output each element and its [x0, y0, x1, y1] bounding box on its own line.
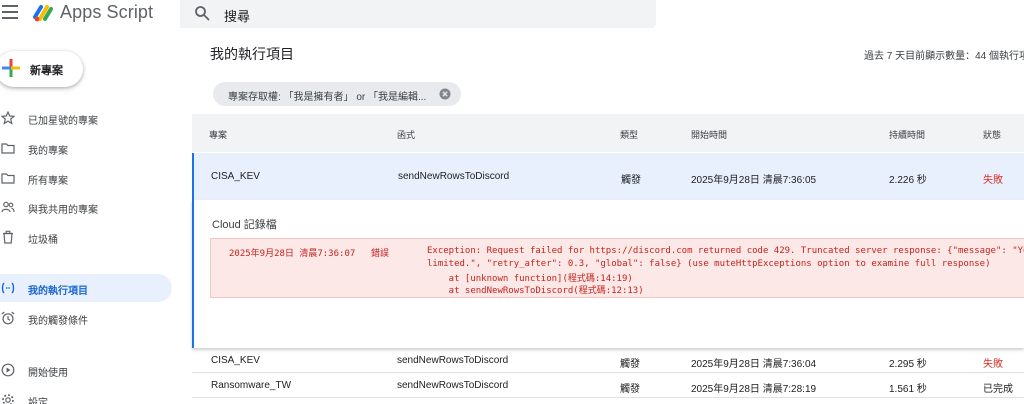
table-row[interactable]: CISA_KEV sendNewRowsToDiscord 觸發 2025年9月… — [192, 349, 1024, 373]
sidebar-item-settings[interactable]: 設定 — [0, 386, 172, 404]
sidebar-item-label: 垃圾桶 — [28, 235, 58, 246]
column-header-start-time[interactable]: 開始時間 — [691, 128, 727, 141]
executions-icon — [1, 282, 15, 294]
sidebar-item-shared[interactable]: 與我共用的專案 — [0, 193, 172, 221]
cell-status: 已完成 — [983, 384, 1013, 395]
new-project-button[interactable]: 新專案 — [0, 51, 83, 87]
sidebar-item-label: 所有專案 — [28, 176, 68, 187]
cell-function: sendNewRowsToDiscord — [397, 380, 509, 391]
cell-function: sendNewRowsToDiscord — [398, 171, 510, 182]
cell-project: CISA_KEV — [211, 171, 260, 182]
table-header: 專案 函式 類型 開始時間 持續時間 狀態 — [192, 114, 1024, 152]
cell-type: 觸發 — [620, 359, 640, 370]
search-input[interactable]: 搜尋 — [224, 6, 250, 25]
people-icon — [1, 201, 15, 213]
table-row[interactable]: CISA_KEV sendNewRowsToDiscord 觸發 2025年9月… — [192, 153, 1024, 200]
column-header-status[interactable]: 狀態 — [983, 128, 1001, 141]
table-row[interactable]: Ransomware_TW sendNewRowsToDiscord 觸發 20… — [192, 374, 1024, 398]
apps-script-logo — [33, 5, 53, 22]
execution-detail-panel: Cloud 記錄檔 2025年9月28日 清晨7:36:07 錯誤 Except… — [192, 200, 1024, 348]
cell-function: sendNewRowsToDiscord — [397, 355, 509, 366]
sidebar-item-my-projects[interactable]: 我的專案 — [0, 134, 172, 162]
sidebar-item-label: 我的觸發條件 — [28, 316, 88, 327]
log-message-line: limited.", "retry_after": 0.3, "global":… — [427, 259, 991, 269]
trash-icon — [3, 230, 13, 244]
log-entry: 2025年9月28日 清晨7:36:07 錯誤 Exception: Reque… — [210, 238, 1024, 298]
sidebar-item-my-triggers[interactable]: 我的觸發條件 — [0, 304, 172, 332]
cell-duration: 2.226 秒 — [889, 175, 927, 186]
log-level: 錯誤 — [371, 249, 390, 259]
sidebar-item-label: 設定 — [28, 398, 48, 404]
sidebar-item-label: 我的執行項目 — [28, 286, 88, 297]
cell-start-time: 2025年9月28日 清晨7:36:04 — [691, 359, 817, 370]
plus-icon — [2, 59, 20, 77]
sidebar-item-my-executions[interactable]: 我的執行項目 — [0, 274, 172, 302]
cell-project: CISA_KEV — [211, 355, 260, 366]
sidebar-item-trash[interactable]: 垃圾桶 — [0, 223, 172, 251]
cell-project: Ransomware_TW — [211, 380, 292, 391]
play-icon — [1, 363, 15, 377]
filter-chip-label: 專案存取權: 「我是擁有者」 or 「我是編輯... — [228, 92, 427, 103]
cell-type: 觸發 — [620, 384, 640, 395]
search-icon[interactable] — [194, 5, 210, 21]
filter-chip-project-access[interactable]: 專案存取權: 「我是擁有者」 or 「我是編輯... — [213, 82, 461, 106]
cell-type: 觸發 — [621, 175, 641, 186]
folder-icon — [1, 143, 15, 154]
hamburger-menu-icon[interactable] — [2, 5, 18, 19]
new-project-label: 新專案 — [30, 65, 63, 77]
sidebar-item-getting-started[interactable]: 開始使用 — [0, 356, 172, 384]
gear-icon — [2, 394, 14, 404]
cloud-log-title: Cloud 記錄檔 — [212, 219, 277, 231]
sidebar-item-label: 我的專案 — [28, 146, 68, 157]
cell-status: 失敗 — [983, 175, 1003, 186]
execution-count: 過去 7 天目前顯示數量：44 個執行項目 — [864, 51, 1024, 62]
folder-icon — [1, 173, 15, 184]
cell-start-time: 2025年9月28日 清晨7:28:19 — [691, 384, 817, 395]
column-header-duration[interactable]: 持續時間 — [889, 128, 925, 141]
sidebar-item-all-projects[interactable]: 所有專案 — [0, 164, 172, 192]
cell-status: 失敗 — [983, 359, 1003, 370]
cell-duration: 1.561 秒 — [889, 384, 927, 395]
column-header-type[interactable]: 類型 — [620, 128, 638, 141]
close-icon[interactable] — [439, 88, 451, 100]
column-header-project[interactable]: 專案 — [209, 128, 227, 141]
star-icon — [1, 111, 15, 125]
sidebar-item-label: 與我共用的專案 — [28, 205, 98, 216]
cell-start-time: 2025年9月28日 清晨7:36:05 — [691, 175, 817, 186]
alarm-icon — [1, 311, 15, 325]
sidebar-item-starred[interactable]: 已加星號的專案 — [0, 104, 172, 132]
log-message-line: Exception: Request failed for https://di… — [427, 246, 1024, 256]
page-title: 我的執行項目 — [210, 46, 294, 62]
app-title[interactable]: Apps Script — [60, 2, 153, 23]
sidebar-item-label: 開始使用 — [28, 368, 68, 379]
log-stack-line: at sendNewRowsToDiscord(程式碼:12:13) — [427, 286, 644, 296]
log-timestamp: 2025年9月28日 清晨7:36:07 — [229, 249, 356, 259]
sidebar-item-label: 已加星號的專案 — [28, 116, 98, 127]
column-header-function[interactable]: 函式 — [397, 128, 415, 141]
cell-duration: 2.295 秒 — [889, 359, 927, 370]
search-bar[interactable]: 搜尋 — [180, 0, 656, 28]
